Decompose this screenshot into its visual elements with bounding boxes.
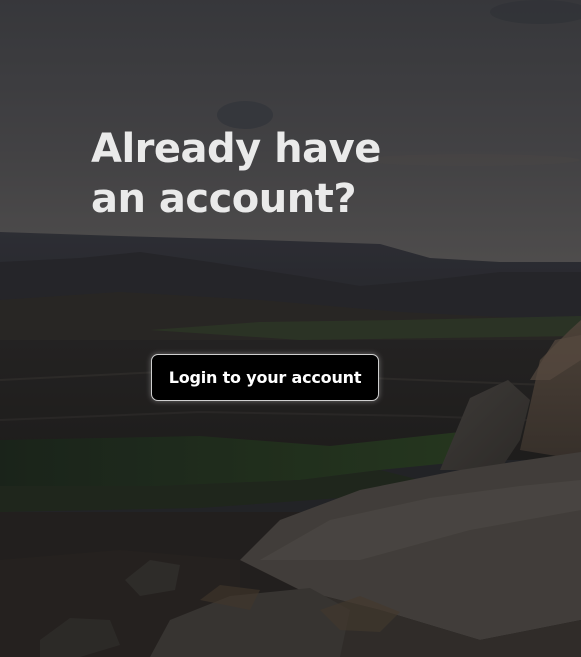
login-button[interactable]: Login to your account <box>151 354 379 401</box>
heading-line-1: Already have <box>91 126 381 172</box>
heading-line-2: an account? <box>91 176 357 222</box>
login-prompt-section: Already have an account? Login to your a… <box>0 0 581 657</box>
dark-overlay <box>0 0 581 657</box>
section-heading: Already have an account? <box>91 124 451 224</box>
